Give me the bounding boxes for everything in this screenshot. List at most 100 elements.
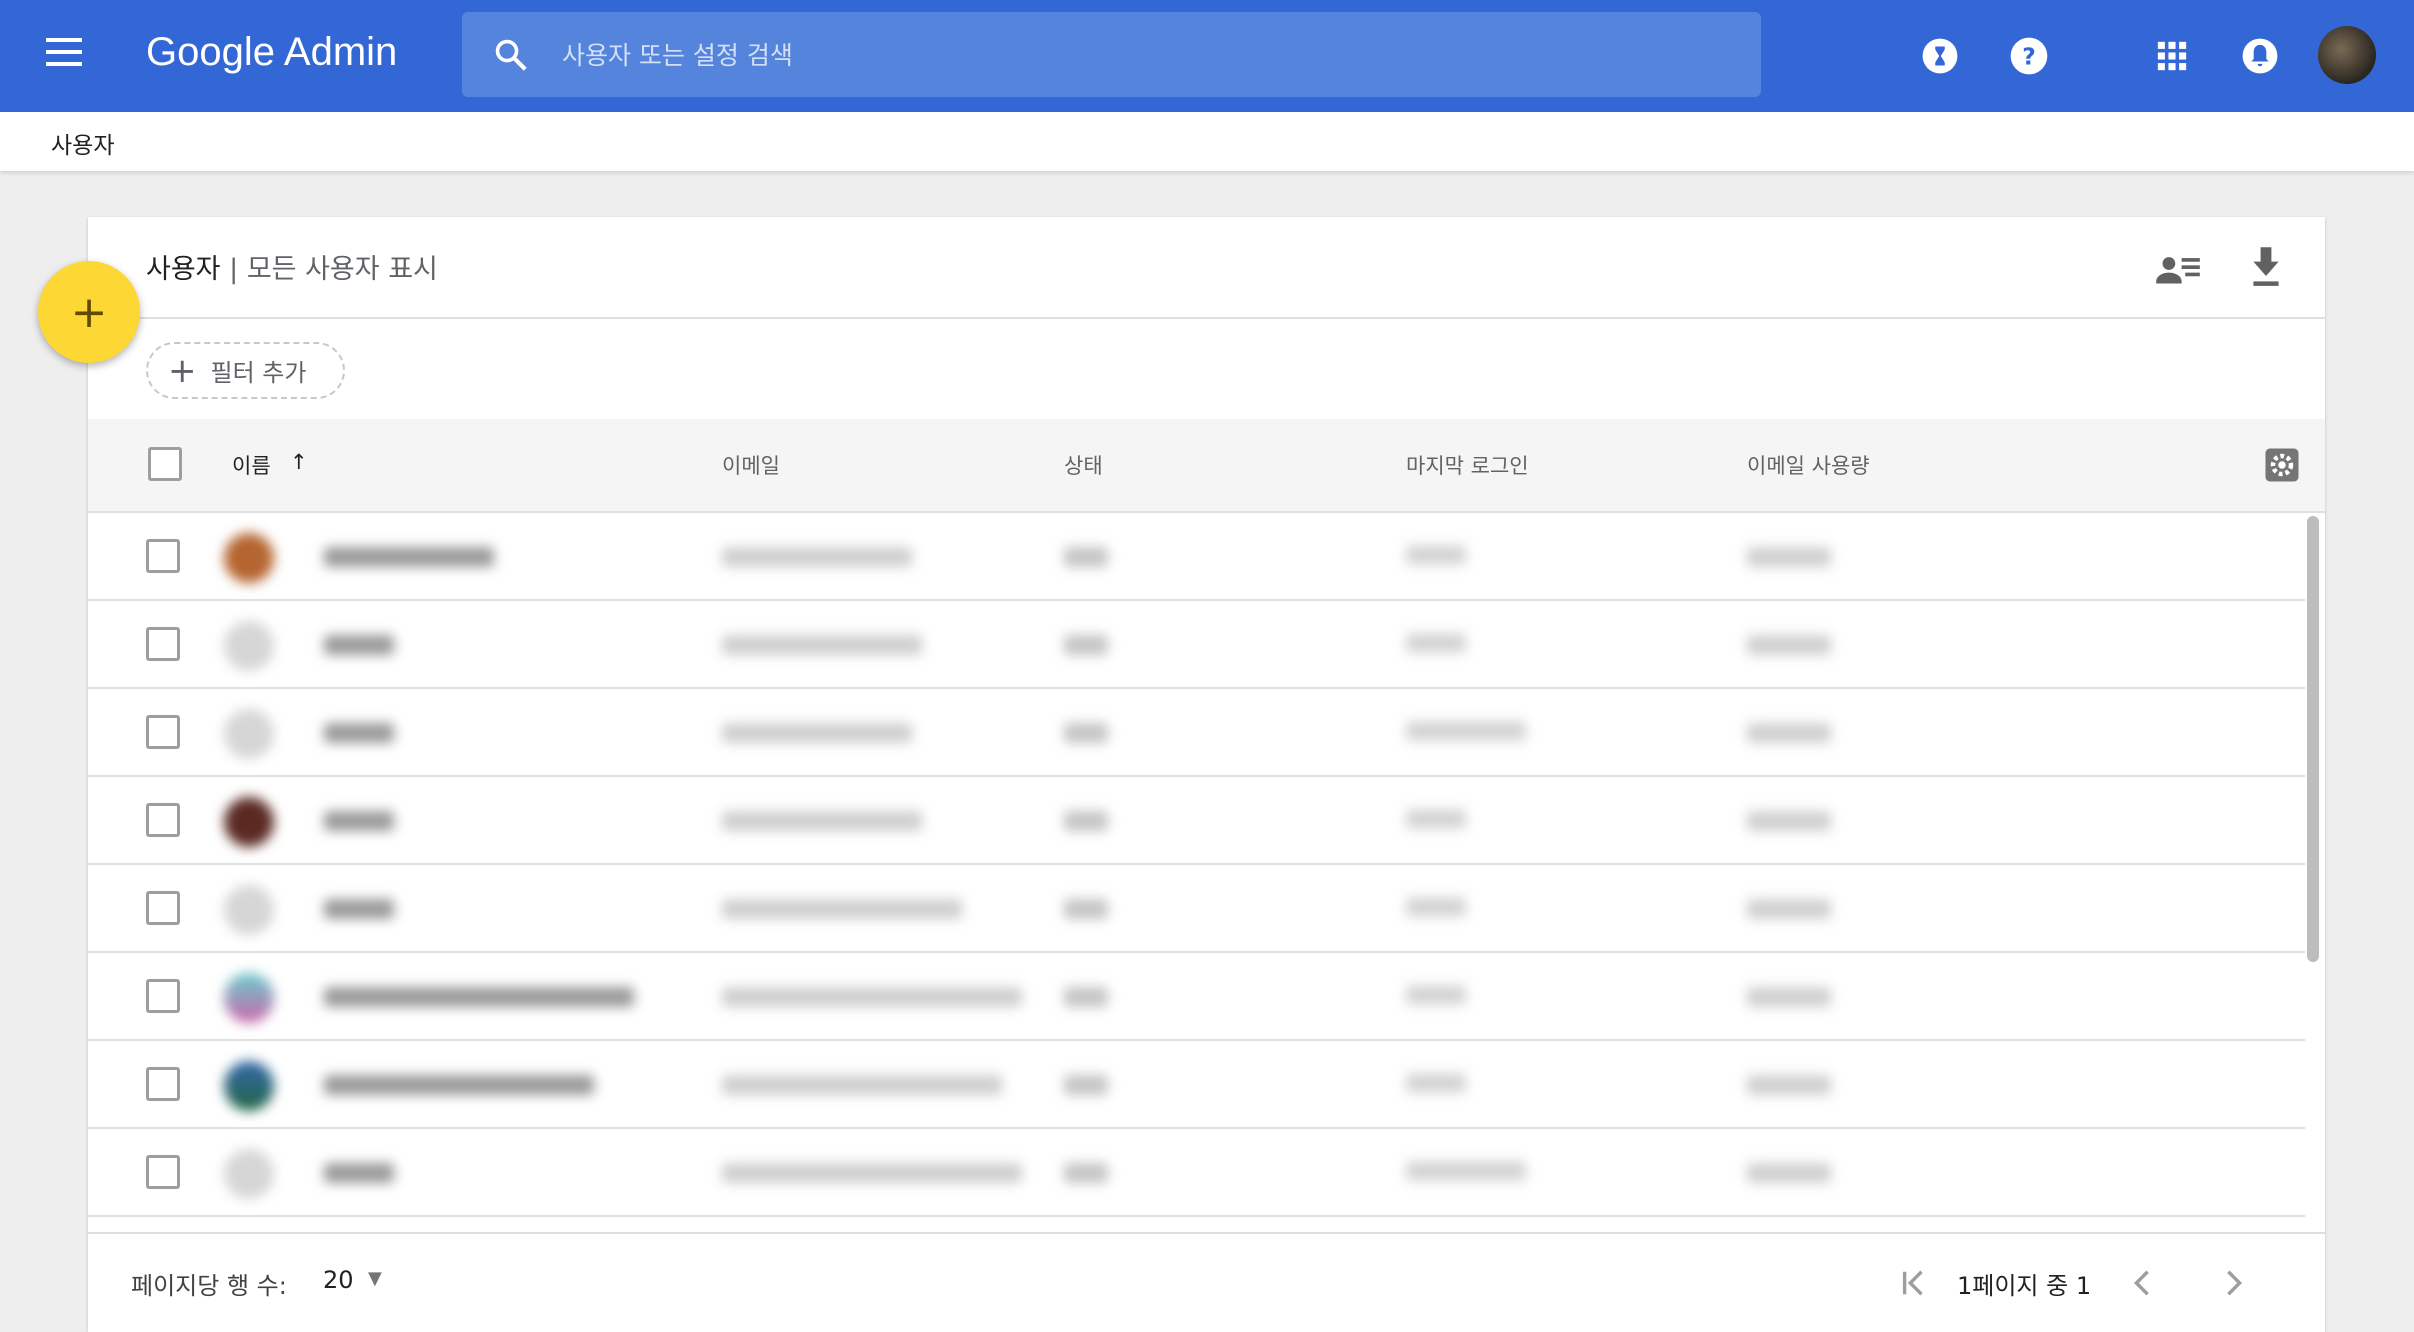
menu-icon[interactable]	[46, 38, 82, 66]
apps-grid-icon[interactable]	[2150, 34, 2194, 78]
breadcrumb-current[interactable]: 사용자	[51, 126, 114, 160]
plus-icon: +	[168, 350, 197, 391]
user-name-redacted	[324, 1075, 594, 1095]
last-login-redacted	[1406, 545, 1466, 565]
users-card: 사용자 | 모든 사용자 표시 + 필터 추가 이름 ↑ 이메일 상태 마지막 로…	[88, 217, 2325, 1332]
scrollbar[interactable]	[2305, 513, 2321, 1232]
row-checkbox[interactable]	[146, 1155, 180, 1189]
user-status-redacted	[1064, 1163, 1108, 1183]
column-header-email-usage[interactable]: 이메일 사용량	[1747, 450, 1870, 480]
table-row[interactable]	[88, 513, 2305, 601]
top-app-bar: Google Admin 사용자 또는 설정 검색 ?	[0, 0, 2414, 112]
gear-icon[interactable]	[2264, 447, 2300, 483]
user-name-redacted	[324, 723, 394, 743]
user-email-redacted	[722, 1163, 1022, 1183]
user-name-redacted	[324, 811, 394, 831]
last-login-redacted	[1406, 985, 1466, 1005]
search-input[interactable]: 사용자 또는 설정 검색	[462, 12, 1761, 97]
user-name-redacted	[324, 899, 394, 919]
user-name-redacted	[324, 987, 634, 1007]
table-row[interactable]	[88, 1041, 2305, 1129]
email-usage-redacted	[1747, 1075, 1831, 1095]
table-row[interactable]	[88, 601, 2305, 689]
row-checkbox[interactable]	[146, 1067, 180, 1101]
first-page-icon[interactable]	[1900, 1268, 1928, 1298]
user-avatar	[224, 1061, 274, 1111]
download-icon[interactable]	[2248, 247, 2284, 287]
user-avatar	[224, 533, 274, 583]
previous-page-icon[interactable]	[2132, 1268, 2152, 1298]
next-page-icon[interactable]	[2224, 1268, 2244, 1298]
row-checkbox[interactable]	[146, 891, 180, 925]
scrollbar-thumb[interactable]	[2307, 516, 2319, 962]
app-logo[interactable]: Google Admin	[146, 30, 397, 75]
table-row[interactable]	[88, 689, 2305, 777]
last-login-redacted	[1406, 633, 1466, 653]
hourglass-icon[interactable]	[1918, 34, 1962, 78]
user-email-redacted	[722, 547, 912, 567]
user-status-redacted	[1064, 899, 1108, 919]
user-name-redacted	[324, 547, 494, 567]
email-usage-redacted	[1747, 987, 1831, 1007]
table-row[interactable]	[88, 865, 2305, 953]
breadcrumb: 사용자	[0, 112, 2414, 171]
user-status-redacted	[1064, 811, 1108, 831]
column-header-status[interactable]: 상태	[1064, 450, 1103, 480]
user-status-redacted	[1064, 723, 1108, 743]
sort-ascending-icon[interactable]: ↑	[290, 450, 308, 474]
user-avatar	[224, 709, 274, 759]
user-list-icon[interactable]	[2156, 249, 2200, 289]
row-checkbox[interactable]	[146, 539, 180, 573]
email-usage-redacted	[1747, 811, 1831, 831]
last-login-redacted	[1406, 809, 1466, 829]
email-usage-redacted	[1747, 635, 1831, 655]
user-email-redacted	[722, 899, 962, 919]
row-checkbox[interactable]	[146, 627, 180, 661]
column-header-name[interactable]: 이름	[232, 450, 271, 480]
last-login-redacted	[1406, 897, 1466, 917]
table-footer: 페이지당 행 수: 20 ▼ 1페이지 중 1	[88, 1232, 2325, 1332]
user-status-redacted	[1064, 547, 1108, 567]
email-usage-redacted	[1747, 547, 1831, 567]
column-header-last-login[interactable]: 마지막 로그인	[1406, 450, 1529, 480]
divider	[88, 317, 2325, 319]
user-status-redacted	[1064, 987, 1108, 1007]
user-avatar	[224, 1149, 274, 1199]
table-row[interactable]	[88, 953, 2305, 1041]
chevron-down-icon[interactable]: ▼	[368, 1268, 382, 1289]
user-avatar	[224, 621, 274, 671]
search-placeholder: 사용자 또는 설정 검색	[562, 41, 793, 70]
add-user-fab[interactable]: +	[38, 261, 140, 363]
user-name-redacted	[324, 1163, 394, 1183]
add-filter-label: 필터 추가	[210, 359, 307, 387]
notifications-icon[interactable]	[2238, 34, 2282, 78]
avatar[interactable]	[2318, 26, 2376, 84]
user-email-redacted	[722, 1075, 1002, 1095]
row-checkbox[interactable]	[146, 803, 180, 837]
column-header-email[interactable]: 이메일	[722, 450, 780, 480]
user-avatar	[224, 973, 274, 1023]
email-usage-redacted	[1747, 899, 1831, 919]
rows-per-page-select[interactable]: 20	[323, 1266, 354, 1294]
table-row[interactable]	[88, 777, 2305, 865]
title-separator: |	[229, 254, 239, 285]
row-checkbox[interactable]	[146, 715, 180, 749]
row-checkbox[interactable]	[146, 979, 180, 1013]
last-login-redacted	[1406, 1161, 1526, 1181]
user-avatar	[224, 885, 274, 935]
user-avatar	[224, 797, 274, 847]
email-usage-redacted	[1747, 1163, 1831, 1183]
user-name-redacted	[324, 635, 394, 655]
user-email-redacted	[722, 811, 922, 831]
email-usage-redacted	[1747, 723, 1831, 743]
svg-text:?: ?	[2022, 42, 2036, 70]
select-all-checkbox[interactable]	[148, 447, 182, 481]
page-title: 사용자 | 모든 사용자 표시	[146, 247, 438, 286]
help-icon[interactable]: ?	[2007, 34, 2051, 78]
add-filter-button[interactable]: + 필터 추가	[146, 342, 345, 399]
title-subtitle: 모든 사용자 표시	[246, 254, 438, 285]
search-icon	[495, 39, 527, 71]
user-email-redacted	[722, 635, 922, 655]
last-login-redacted	[1406, 1073, 1466, 1093]
table-row[interactable]	[88, 1129, 2305, 1217]
